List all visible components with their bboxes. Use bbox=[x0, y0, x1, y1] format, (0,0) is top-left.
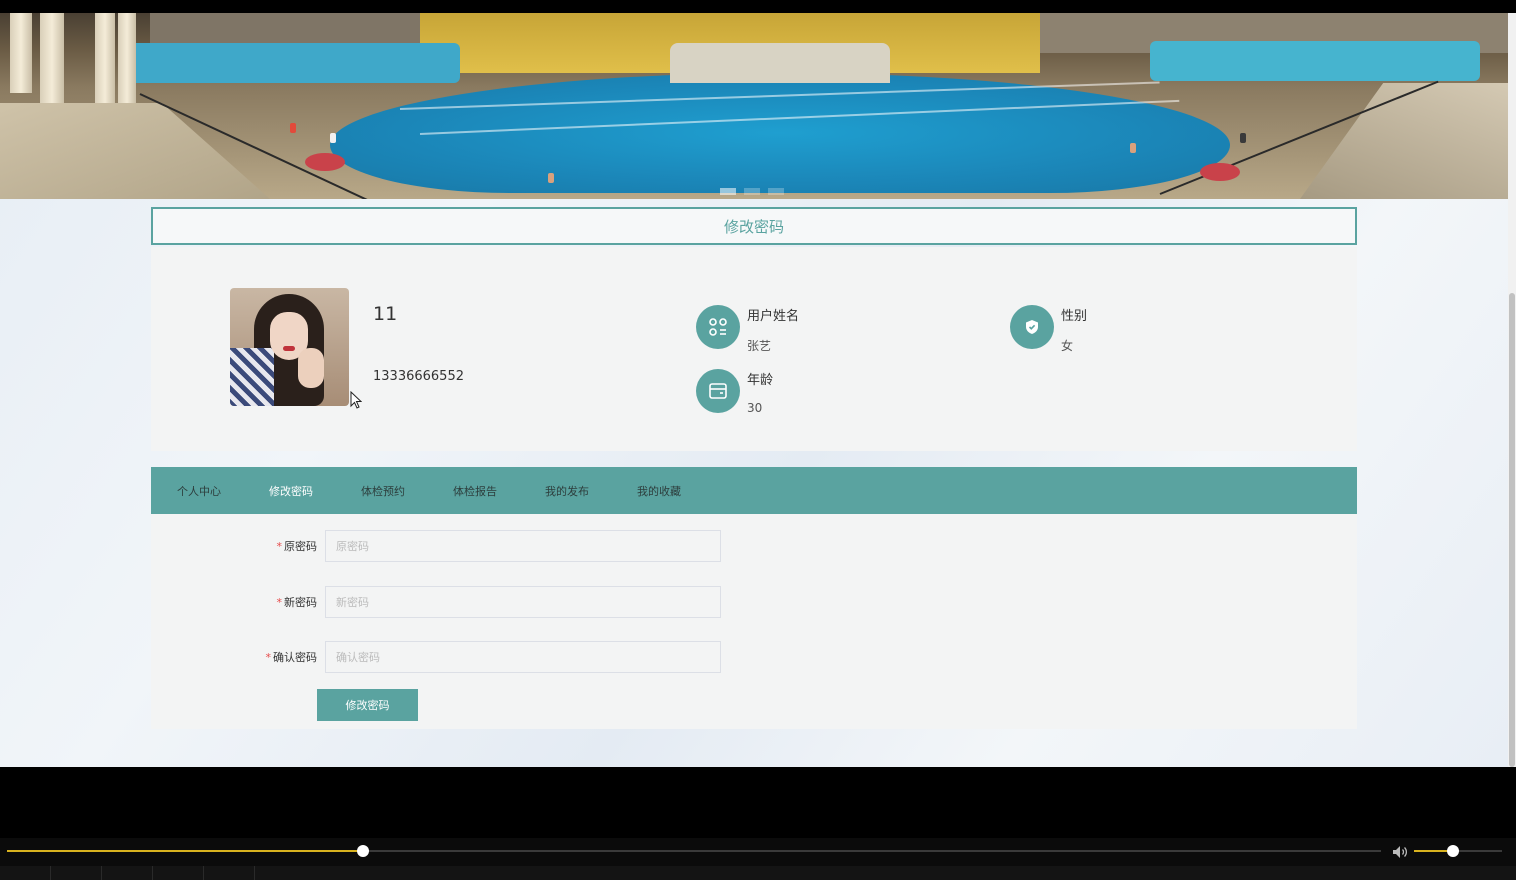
info-value: 张艺 bbox=[747, 339, 772, 353]
info-label: 用户姓名 bbox=[747, 309, 800, 324]
carousel-dot[interactable] bbox=[720, 188, 736, 195]
confirm-password-input[interactable] bbox=[325, 641, 721, 673]
wallet-icon bbox=[696, 369, 740, 413]
avatar bbox=[230, 288, 349, 406]
shield-icon bbox=[1010, 305, 1054, 349]
video-frame: 修改密码 11 13336666552 用户姓名 张艺 性别 女 年龄 30 个… bbox=[0, 0, 1516, 880]
banner-column bbox=[118, 13, 136, 113]
info-value: 30 bbox=[747, 401, 763, 415]
seek-progress bbox=[7, 850, 363, 852]
banner-image bbox=[0, 13, 1508, 199]
volume-handle[interactable] bbox=[1446, 845, 1459, 857]
banner-person bbox=[1240, 133, 1246, 143]
tab-personal-center[interactable]: 个人中心 bbox=[153, 483, 245, 499]
user-center-tabs: 个人中心 修改密码 体检预约 体检报告 我的发布 我的收藏 bbox=[151, 467, 1357, 514]
page-scrollbar[interactable] bbox=[1508, 13, 1516, 767]
banner-fountain bbox=[670, 43, 890, 83]
section-title-bar: 修改密码 bbox=[151, 207, 1357, 245]
required-mark: * bbox=[276, 540, 283, 553]
banner-terrace bbox=[1300, 83, 1508, 199]
seek-bar[interactable] bbox=[7, 845, 1381, 857]
volume-slider[interactable] bbox=[1414, 845, 1502, 857]
page-title: 修改密码 bbox=[723, 217, 784, 236]
form-row-old-password: * 原密码 bbox=[151, 530, 751, 562]
banner-flowers bbox=[305, 153, 345, 171]
form-row-confirm-password: * 确认密码 bbox=[151, 641, 751, 673]
field-label: * 原密码 bbox=[277, 538, 318, 554]
form-row-new-password: * 新密码 bbox=[151, 586, 751, 618]
mouse-cursor-icon bbox=[350, 390, 363, 413]
required-mark: * bbox=[276, 596, 283, 609]
change-password-form: * 原密码 * 新密码 * 确认密码 修改密码 bbox=[151, 514, 1357, 729]
volume-icon[interactable] bbox=[1392, 844, 1408, 863]
banner-column bbox=[10, 13, 32, 93]
scrollbar-thumb[interactable] bbox=[1509, 293, 1515, 767]
tab-checkup-booking[interactable]: 体检预约 bbox=[337, 483, 429, 499]
seek-handle[interactable] bbox=[356, 845, 369, 857]
banner-column bbox=[95, 13, 115, 103]
banner-person bbox=[330, 133, 336, 143]
info-label: 性别 bbox=[1061, 309, 1088, 324]
old-password-input[interactable] bbox=[325, 530, 721, 562]
banner-person bbox=[290, 123, 296, 133]
required-mark: * bbox=[265, 651, 272, 664]
apps-icon bbox=[696, 305, 740, 349]
banner-person bbox=[1130, 143, 1136, 153]
field-label-text: 原密码 bbox=[284, 540, 317, 553]
carousel-dot[interactable] bbox=[744, 188, 760, 195]
field-label-text: 新密码 bbox=[284, 596, 317, 609]
carousel-dot[interactable] bbox=[768, 188, 784, 195]
banner-terrace bbox=[0, 103, 270, 199]
field-label: * 确认密码 bbox=[266, 649, 318, 665]
info-value: 女 bbox=[1061, 339, 1074, 353]
field-label: * 新密码 bbox=[277, 594, 318, 610]
banner-pool bbox=[1150, 41, 1480, 81]
submit-button[interactable]: 修改密码 bbox=[317, 689, 418, 721]
profile-phone: 13336666552 bbox=[373, 369, 464, 384]
tab-my-posts[interactable]: 我的发布 bbox=[521, 483, 613, 499]
banner-flowers bbox=[1200, 163, 1240, 181]
tab-checkup-report[interactable]: 体检报告 bbox=[429, 483, 521, 499]
banner-column bbox=[40, 13, 64, 103]
taskbar-strip bbox=[0, 866, 1516, 880]
carousel-indicators[interactable] bbox=[720, 188, 784, 195]
info-label: 年龄 bbox=[747, 373, 774, 388]
browser-viewport: 修改密码 11 13336666552 用户姓名 张艺 性别 女 年龄 30 个… bbox=[0, 13, 1508, 767]
banner-pool bbox=[130, 43, 460, 83]
tab-my-favorites[interactable]: 我的收藏 bbox=[613, 483, 705, 499]
new-password-input[interactable] bbox=[325, 586, 721, 618]
tab-change-password[interactable]: 修改密码 bbox=[245, 483, 337, 499]
profile-name: 11 bbox=[373, 303, 398, 325]
profile-card: 11 13336666552 用户姓名 张艺 性别 女 年龄 30 bbox=[151, 247, 1357, 451]
field-label-text: 确认密码 bbox=[273, 651, 317, 664]
banner-person bbox=[548, 173, 554, 183]
